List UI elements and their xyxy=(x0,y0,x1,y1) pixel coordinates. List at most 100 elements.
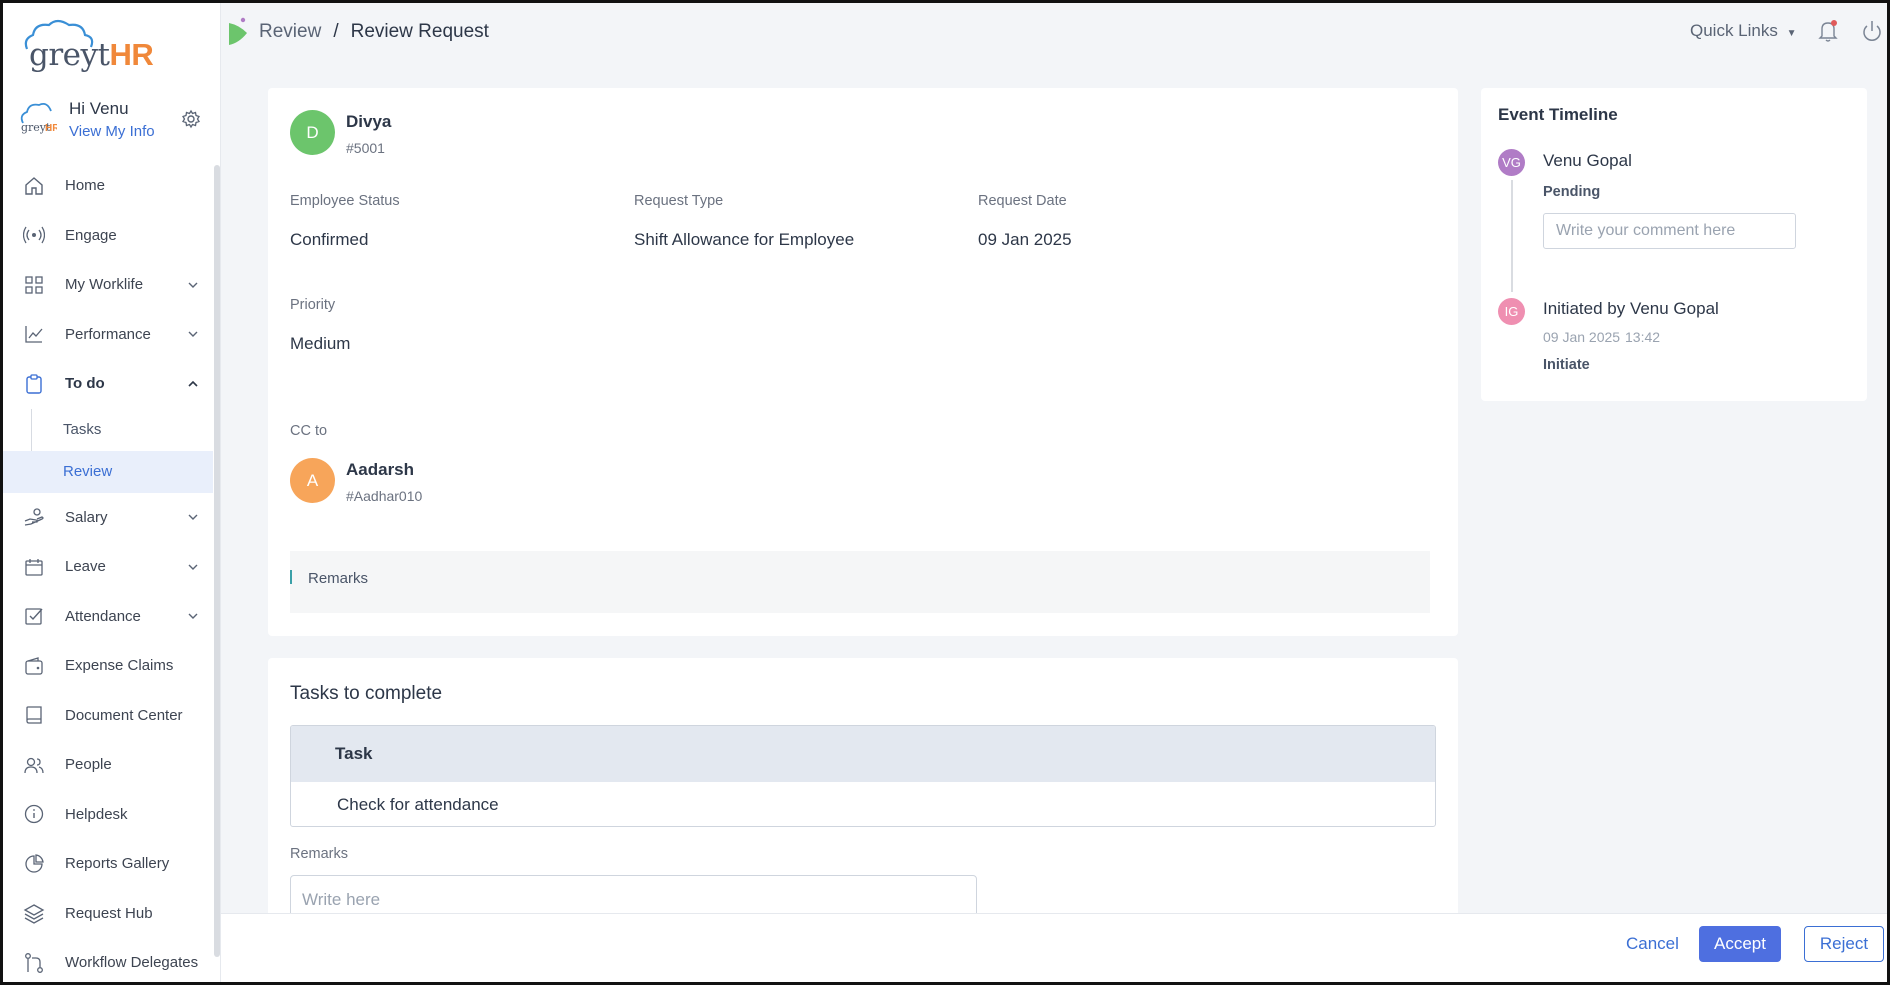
tasks-table-header: Task xyxy=(291,726,1435,782)
chevron-down-icon xyxy=(188,564,198,570)
employee-avatar: D xyxy=(290,110,335,155)
table-row: Check for attendance xyxy=(337,795,499,814)
timeline-event-date: 09 Jan 2025 xyxy=(1543,329,1621,345)
bell-icon[interactable] xyxy=(1817,19,1839,43)
clipboard-icon xyxy=(26,374,42,394)
chevron-down-icon xyxy=(188,331,198,338)
sidebar-item-label: Workflow Delegates xyxy=(65,954,199,972)
sidebar-item-expense-claims[interactable]: Expense Claims xyxy=(3,641,213,691)
timeline-event-name: Venu Gopal xyxy=(1543,151,1632,170)
request-type-value: Shift Allowance for Employee xyxy=(634,230,855,249)
sidebar-item-label: Performance xyxy=(65,325,151,343)
employee-status-label: Employee Status xyxy=(290,193,400,209)
people-icon xyxy=(24,757,44,773)
todo-submenu: Tasks Review xyxy=(3,408,213,493)
checkbox-icon xyxy=(25,608,43,625)
greythr-avatar-icon[interactable]: greyt HR xyxy=(17,99,57,139)
sidebar-item-engage[interactable]: Engage xyxy=(3,211,213,261)
employee-id: #5001 xyxy=(346,140,385,156)
cc-to-label: CC to xyxy=(290,423,328,439)
quick-links-dropdown[interactable]: Quick Links ▼ xyxy=(1690,21,1797,41)
cc-avatar: A xyxy=(290,458,335,503)
sidebar-item-my-worklife[interactable]: My Worklife xyxy=(3,260,213,310)
sidebar-item-helpdesk[interactable]: Helpdesk xyxy=(3,790,213,840)
chevron-up-icon xyxy=(188,380,198,387)
power-icon[interactable] xyxy=(1861,19,1883,43)
sidebar-item-label: Reports Gallery xyxy=(65,855,170,873)
request-remarks-box: Remarks xyxy=(290,551,1430,613)
breadcrumb-separator: / xyxy=(333,21,339,42)
request-date-value: 09 Jan 2025 xyxy=(978,230,1072,249)
sidebar-item-performance[interactable]: Performance xyxy=(3,310,213,360)
request-remarks-label: Remarks xyxy=(308,570,369,587)
sidebar-item-todo[interactable]: To do xyxy=(3,359,213,409)
sidebar-scrollbar[interactable] xyxy=(214,165,220,957)
cc-id: #Aadhar010 xyxy=(346,488,423,504)
sidebar-item-label: People xyxy=(65,756,112,774)
cancel-button[interactable]: Cancel xyxy=(1626,934,1679,954)
priority-label: Priority xyxy=(290,297,336,313)
tasks-title: Tasks to complete xyxy=(290,683,443,704)
sidebar-item-label: Home xyxy=(65,177,106,195)
greythr-logo[interactable]: greytHR xyxy=(21,19,154,73)
sidebar-item-label: Document Center xyxy=(65,706,183,724)
sidebar-item-label: Request Hub xyxy=(65,904,153,922)
event-timeline-card: Event Timeline VG Venu Gopal Pending IG … xyxy=(1481,88,1867,401)
event-timeline-title: Event Timeline xyxy=(1498,105,1618,124)
wallet-icon xyxy=(25,656,43,675)
svg-text:HR: HR xyxy=(45,123,57,134)
quick-links-label: Quick Links xyxy=(1690,21,1778,40)
sidebar-item-request-hub[interactable]: Request Hub xyxy=(3,889,213,939)
sidebar-item-label: Expense Claims xyxy=(65,657,174,675)
sidebar-item-people[interactable]: People xyxy=(3,740,213,790)
timeline-connector xyxy=(1511,180,1513,292)
timeline-event-name: Initiated by Venu Gopal xyxy=(1543,299,1719,318)
timeline-event-status: Pending xyxy=(1543,184,1601,200)
request-date-label: Request Date xyxy=(978,193,1067,209)
timeline-avatar: IG xyxy=(1498,298,1525,325)
home-icon xyxy=(25,176,43,195)
user-block: greyt HR Hi Venu View My Info xyxy=(17,95,207,143)
sidebar-item-workflow-delegates[interactable]: Workflow Delegates xyxy=(3,938,213,985)
sidebar-item-label: Helpdesk xyxy=(65,805,128,823)
gear-icon[interactable] xyxy=(181,109,201,129)
sidebar-item-home[interactable]: Home xyxy=(3,161,213,211)
chevron-down-icon xyxy=(188,282,198,288)
sidebar: greytHR greyt HR Hi Venu View My Info Ho… xyxy=(3,3,221,982)
sidebar-item-label: Engage xyxy=(65,226,117,244)
caret-down-icon: ▼ xyxy=(1786,28,1797,39)
book-icon xyxy=(26,706,42,724)
priority-value: Medium xyxy=(290,334,351,353)
sidebar-item-document-center[interactable]: Document Center xyxy=(3,691,213,741)
action-footer: Cancel Accept Reject xyxy=(221,913,1887,982)
sidebar-item-attendance[interactable]: Attendance xyxy=(3,592,213,642)
calendar-icon xyxy=(25,558,43,576)
reject-button[interactable]: Reject xyxy=(1804,926,1884,962)
breadcrumb-current: Review Request xyxy=(350,21,489,42)
hand-money-icon xyxy=(24,508,44,526)
logo-text-hr: HR xyxy=(109,37,154,72)
request-details-card: D Divya #5001 Employee Status Confirmed … xyxy=(268,88,1458,636)
sidebar-item-label: To do xyxy=(65,375,105,393)
chart-line-icon xyxy=(25,326,43,343)
sidebar-item-leave[interactable]: Leave xyxy=(3,542,213,592)
chevron-down-icon xyxy=(188,613,198,620)
timeline-comment-input[interactable] xyxy=(1543,213,1796,249)
chevron-down-icon xyxy=(188,514,198,521)
sidebar-subitem-tasks[interactable]: Tasks xyxy=(3,409,213,451)
timeline-event-status: Initiate xyxy=(1543,357,1590,373)
task-remarks-label: Remarks xyxy=(290,846,349,862)
employee-status-value: Confirmed xyxy=(290,230,369,249)
breadcrumb-review[interactable]: Review xyxy=(259,21,321,43)
brand-leaf-icon xyxy=(229,17,247,45)
sidebar-nav: Home Engage My Worklife Performance To d… xyxy=(3,161,213,985)
sidebar-item-label: My Worklife xyxy=(65,276,144,294)
sidebar-item-salary[interactable]: Salary xyxy=(3,493,213,543)
grid-icon xyxy=(25,276,43,294)
layers-icon xyxy=(23,904,45,924)
sidebar-item-reports-gallery[interactable]: Reports Gallery xyxy=(3,839,213,889)
view-my-info-link[interactable]: View My Info xyxy=(69,123,155,140)
sidebar-subitem-review[interactable]: Review xyxy=(3,450,213,493)
accept-button[interactable]: Accept xyxy=(1699,926,1781,962)
broadcast-icon xyxy=(23,226,45,244)
